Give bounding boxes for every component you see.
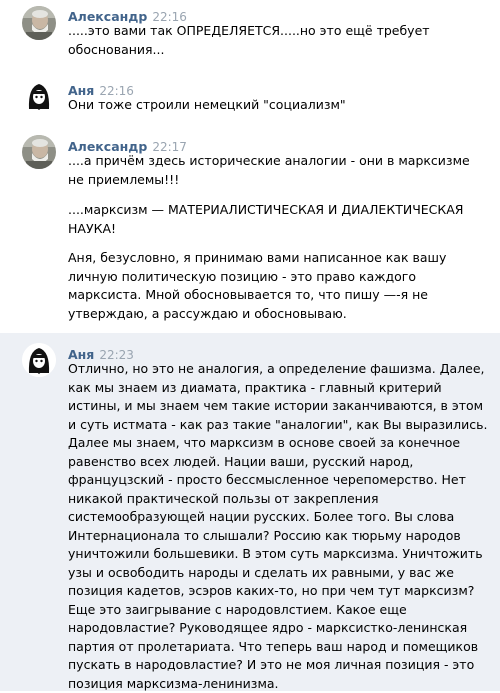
text-line: Отлично, но это не аналогия, а определен…	[68, 360, 493, 379]
text-line: никакой практической пользы от закреплен…	[68, 490, 493, 509]
text-line: системообразующей нации русских. Более т…	[68, 508, 493, 527]
message-text: Они тоже строили немецкий "социализм"	[68, 96, 493, 115]
text-line: личную политическую позицию - это право …	[68, 268, 493, 287]
text-line: Они тоже строили немецкий "социализм"	[68, 96, 493, 115]
message-1: Александр22:16 .....это вами так ОПРЕДЕЛ…	[0, 0, 500, 70]
text-line: Еще это заигрывание с народовлстием. Как…	[68, 601, 493, 620]
text-line: как мы знаем из диамата, практика - глав…	[68, 379, 493, 398]
text-line: позиция кадетов, эсэров каких-то, но при…	[68, 582, 493, 601]
text-line: народовластие? Руководящее ядро - маркси…	[68, 619, 493, 638]
message-text: Аня, безусловно, я принимаю вами написан…	[68, 249, 493, 323]
text-line: Интернационала то слышали? Россию как тю…	[68, 527, 493, 546]
text-line: пускать в народовластие? И это не моя ли…	[68, 656, 493, 675]
text-line: уничтожили большевики. В этом суть маркс…	[68, 545, 493, 564]
text-line: позиция марксизма-ленинизма.	[68, 675, 493, 693]
text-line: не приемлемы!!!	[68, 171, 493, 190]
message-text: .....это вами так ОПРЕДЕЛЯЕТСЯ.....но эт…	[68, 22, 493, 59]
text-line: Далее мы знаем, что марксизм в основе св…	[68, 434, 493, 453]
text-line: узы и освободить народы и сделать их рав…	[68, 564, 493, 583]
text-line: Аня, безусловно, я принимаю вами написан…	[68, 249, 493, 268]
text-line: обоснования...	[68, 41, 493, 60]
avatar[interactable]	[22, 79, 56, 113]
message-2: Аня22:16 Они тоже строили немецкий "соци…	[0, 70, 500, 125]
message-3: Александр22:17 ....а причём здесь истори…	[0, 125, 500, 333]
text-line: марксиста. Мной обосновывается то, что п…	[68, 286, 493, 305]
text-line: равенство всех людей. Нации ваши, русски…	[68, 453, 493, 472]
message-text: Отлично, но это не аналогия, а определен…	[68, 360, 493, 693]
text-line: НАУКА!	[68, 220, 493, 239]
text-line: и суть истмата - как раз такие "аналогии…	[68, 416, 493, 435]
text-line: ....а причём здесь исторические аналогии…	[68, 152, 493, 171]
text-line: ....марксизм — МАТЕРИАЛИСТИЧЕСКАЯ И ДИАЛ…	[68, 201, 493, 220]
text-line: .....это вами так ОПРЕДЕЛЯЕТСЯ.....но эт…	[68, 22, 493, 41]
avatar[interactable]	[22, 6, 56, 40]
text-line: партия от пролетариата. Что теперь ваш н…	[68, 638, 493, 657]
text-line: истины, и мы знаем чем такие истории зак…	[68, 397, 493, 416]
text-line: француцзский - просто бессмысленное чере…	[68, 471, 493, 490]
avatar[interactable]	[22, 343, 56, 377]
avatar[interactable]	[22, 135, 56, 169]
text-line: утверждаю, а рассуждаю и обосновываю.	[68, 305, 493, 324]
message-text: ....а причём здесь исторические аналогии…	[68, 152, 493, 189]
message-text: ....марксизм — МАТЕРИАЛИСТИЧЕСКАЯ И ДИАЛ…	[68, 201, 493, 238]
message-4: Аня22:23 Отлично, но это не аналогия, а …	[0, 333, 500, 691]
